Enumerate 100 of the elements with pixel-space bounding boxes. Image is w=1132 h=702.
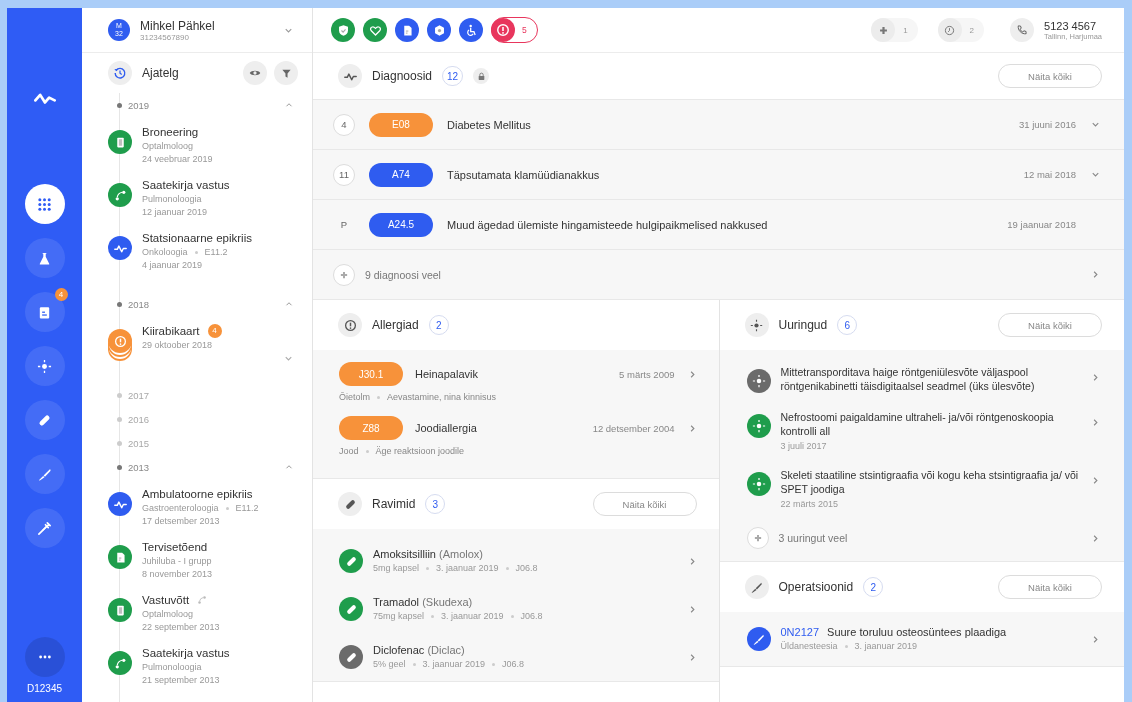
- item-details: 5% geel 3. jaanuar 2019 J06.8: [373, 658, 525, 671]
- pulse-icon: [338, 64, 362, 88]
- show-all-button[interactable]: Näita kõiki: [998, 313, 1102, 337]
- item-details: Optalmoloog: [142, 608, 195, 621]
- event-title[interactable]: Ambulatoorne epikriis: [142, 486, 253, 502]
- item-details: Optalmoloog: [142, 140, 195, 153]
- diagnosis-date: 19 jaanuar 2018: [1007, 219, 1076, 230]
- diagnosis-name[interactable]: Täpsutamata klamüüdianakkus: [447, 168, 600, 181]
- event-date: 22 september 2013: [142, 621, 220, 634]
- event-date: 24 veebruar 2019: [142, 153, 213, 166]
- allergy-code: Z88: [339, 416, 403, 440]
- rank-number: 11: [333, 163, 355, 186]
- study-title[interactable]: Nefrostoomi paigaldamine ultraheli- ja/või röntgenoskoopia kontrolli all: [780, 411, 1080, 438]
- diagnosis-date: 12 mai 2018: [1023, 169, 1076, 180]
- medicine-name[interactable]: Tramadol (Skudexa): [373, 595, 543, 610]
- add-button[interactable]: [746, 527, 769, 549]
- event-title[interactable]: Kiirabikaart: [142, 323, 200, 339]
- diagnosis-name[interactable]: Muud ägedad ülemiste hingamisteede hulgipaikmelised nakkused: [447, 218, 768, 231]
- item-details: Pulmonoloogia: [142, 193, 203, 206]
- item-details: Juhiluba - I grupp: [142, 555, 213, 568]
- event-date: 8 november 2013: [142, 568, 213, 581]
- study-title[interactable]: Mittetransporditava haige röntgeniülesvõte väljaspool röntgenikabinetti täisdigitaalsel seadmel (üks ülesvõte): [780, 366, 1080, 393]
- year-label[interactable]: 2018: [128, 298, 150, 310]
- diagnosis-name[interactable]: Diabetes Mellitus: [447, 118, 531, 131]
- event-title[interactable]: Saatekirja vastus: [142, 177, 230, 193]
- rank-number: P: [339, 218, 349, 232]
- show-all-button[interactable]: Näita kõiki: [998, 575, 1102, 599]
- diagnosis-code: A74: [369, 162, 433, 187]
- more-diagnoses-link[interactable]: 9 diagnoosi veel: [365, 268, 441, 281]
- flask-nav-button[interactable]: [24, 238, 65, 278]
- history-icon: [108, 61, 132, 85]
- allergy-name[interactable]: Heinapalavik: [415, 368, 478, 380]
- event-date: 17 detsember 2013: [142, 515, 221, 528]
- item-details: Onkoloogia E11.2: [142, 246, 229, 259]
- filter-button[interactable]: [274, 61, 298, 85]
- section-title: Uuringud: [778, 318, 828, 332]
- item-details: Üldanesteesia 3. jaanuar 2019: [780, 640, 919, 653]
- allergy-code: J30.1: [339, 362, 403, 386]
- patient-name: Mihkel Pähkel: [140, 18, 215, 33]
- diagnosis-code: E08: [369, 112, 433, 137]
- flask-icon: [37, 250, 52, 266]
- event-title[interactable]: Statsionaarne epikriis: [142, 230, 252, 246]
- study-date: 3 juuli 2017: [780, 441, 828, 451]
- allergy-date: 12 detsember 2004: [592, 422, 675, 434]
- event-date: 29 oktoober 2018: [142, 339, 214, 352]
- crosshair-icon: [744, 313, 769, 337]
- item-details: Õietolm Aevastamine, nina kinnisus: [339, 392, 498, 402]
- more-studies-link[interactable]: 3 uuringut veel: [778, 532, 848, 544]
- event-date: 21 september 2013: [142, 674, 221, 687]
- patient-code: 31234567890: [140, 32, 190, 42]
- event-title[interactable]: Tervisetõend: [142, 539, 208, 555]
- add-button[interactable]: [333, 263, 355, 286]
- counter-value: 1: [902, 25, 909, 35]
- item-details: Pulmonoloogia: [142, 661, 203, 674]
- medicine-name[interactable]: Amoksitsilliin (Amolox): [373, 547, 538, 562]
- year-label[interactable]: 2019: [128, 99, 150, 111]
- grid-icon: [37, 196, 52, 212]
- diagnosis-code: A24.5: [369, 212, 433, 237]
- section-title: Diagnoosid: [372, 69, 433, 83]
- notification-count: 4: [207, 324, 222, 338]
- scalpel-icon: [744, 575, 769, 599]
- event-date: 4 jaanuar 2019: [142, 259, 204, 272]
- study-title[interactable]: Skeleti staatiline stsintigraafia või kogu keha stsintigraafia ja/ või SPET joodiga: [780, 469, 1080, 496]
- user-id: D12345: [27, 683, 62, 694]
- syringe-icon: [37, 520, 52, 536]
- event-title[interactable]: Broneering: [142, 124, 199, 140]
- scalpel-nav-button[interactable]: [24, 454, 65, 494]
- clipboard-icon: [37, 304, 52, 320]
- pill-icon: [338, 492, 362, 516]
- plus-icon: [339, 269, 349, 280]
- section-title: Allergiad: [372, 318, 419, 332]
- event-title[interactable]: Vastuvõtt: [142, 592, 190, 608]
- crosshair-nav-button[interactable]: [24, 346, 65, 386]
- diagnosis-date: 31 juuni 2016: [1018, 119, 1076, 130]
- medicine-name[interactable]: Diclofenac (Diclac): [373, 643, 525, 658]
- allergy-name[interactable]: Joodiallergia: [415, 422, 477, 434]
- event-title[interactable]: Saatekirja vastus: [142, 645, 230, 661]
- item-details: 5mg kapsel 3. jaanuar 2019 J06.8: [373, 562, 538, 575]
- section-title: Operatsioonid: [778, 580, 854, 594]
- alert-icon: [338, 313, 362, 337]
- filter-icon: [280, 67, 292, 79]
- show-all-button[interactable]: Näita kõiki: [998, 64, 1102, 88]
- plus-icon: [752, 533, 763, 543]
- allergy-date: 5 märts 2009: [619, 368, 675, 380]
- notification-count: 4: [54, 288, 68, 301]
- syringe-nav-button[interactable]: [24, 508, 65, 548]
- phone-number: 5123 4567: [1044, 19, 1098, 32]
- section-title: Ravimid: [372, 497, 416, 511]
- study-date: 22 märts 2015: [780, 499, 840, 509]
- event-date: 12 jaanuar 2019: [142, 206, 209, 219]
- grid-nav-button[interactable]: [24, 184, 65, 224]
- timeline-title: Ajatelg: [142, 66, 179, 80]
- eye-button[interactable]: [243, 61, 267, 85]
- item-details: Jood Äge reaktsioon joodile: [339, 446, 466, 456]
- alert-count: 5: [521, 25, 528, 35]
- pill-nav-button[interactable]: [24, 400, 65, 440]
- year-label[interactable]: 2013: [128, 461, 150, 473]
- show-all-button[interactable]: Näita kõiki: [592, 492, 697, 516]
- operation-title[interactable]: 0N2127 Suure toruluu osteosüntees plaadiga: [780, 625, 1007, 640]
- phone-icon: [1010, 18, 1035, 42]
